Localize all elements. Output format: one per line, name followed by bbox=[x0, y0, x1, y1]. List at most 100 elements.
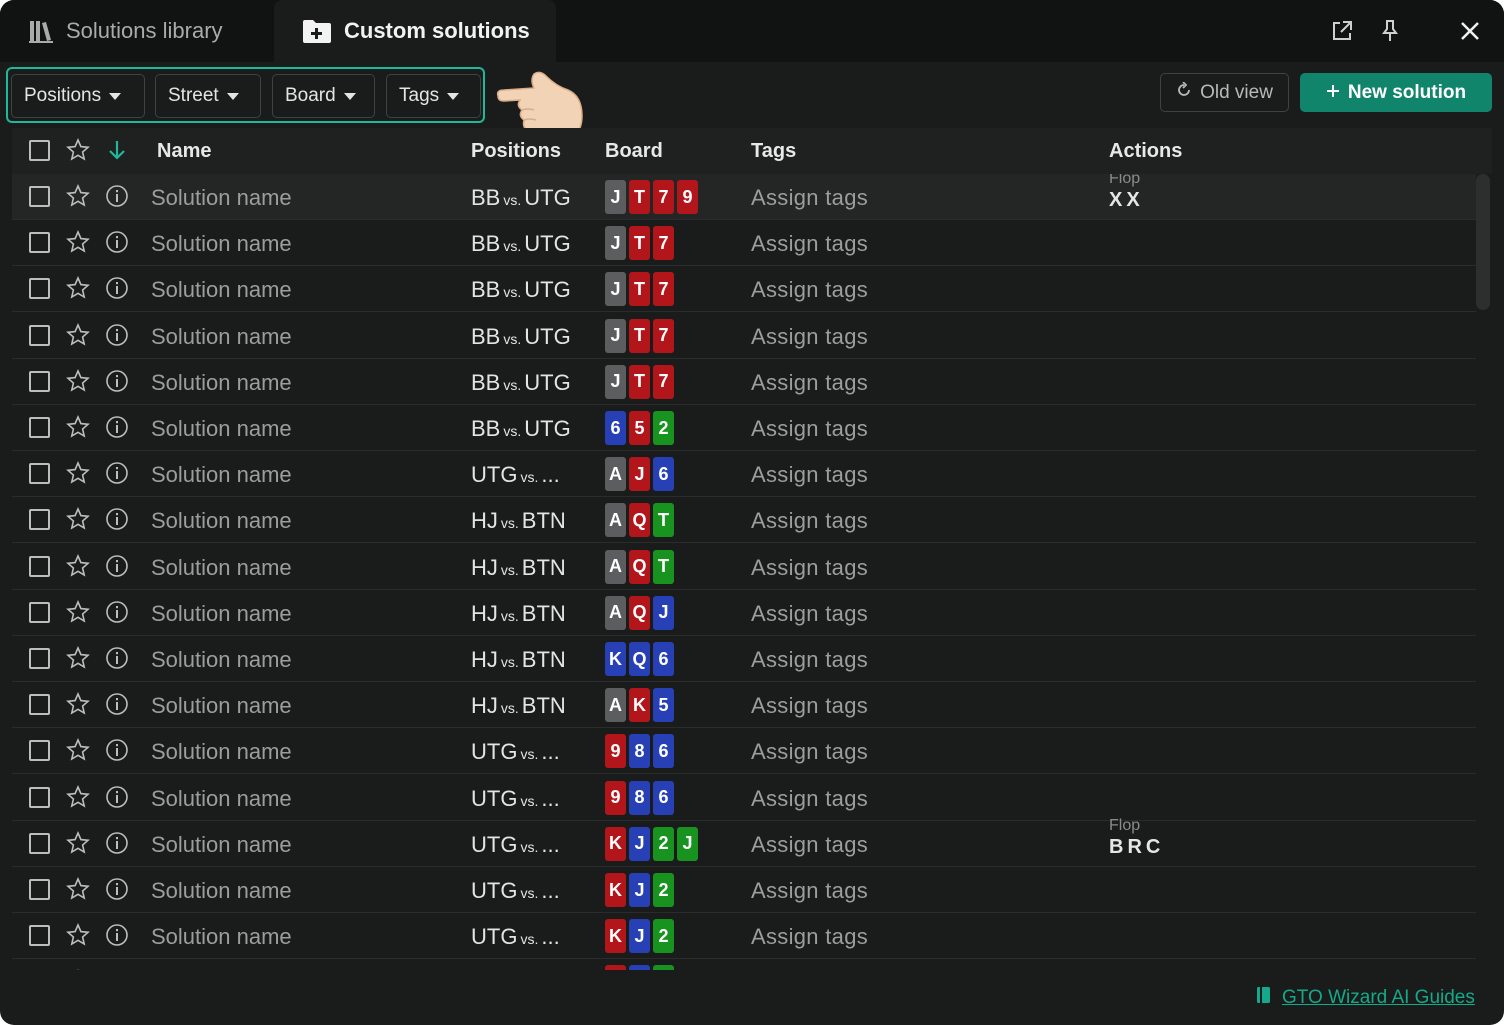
solution-name[interactable]: Solution name bbox=[151, 277, 292, 303]
row-checkbox[interactable] bbox=[29, 740, 50, 762]
street-filter[interactable]: Street bbox=[155, 74, 261, 118]
star-icon[interactable] bbox=[66, 830, 90, 860]
info-icon[interactable] bbox=[105, 507, 129, 536]
column-header-name[interactable]: Name bbox=[157, 140, 211, 163]
table-row[interactable]: Solution name HJ vs. BTN A Q T Assign tags bbox=[12, 544, 1476, 590]
pin-icon[interactable] bbox=[1375, 16, 1405, 46]
row-checkbox[interactable] bbox=[29, 925, 50, 947]
table-row[interactable]: Solution name UTG vs.... K J 2 J Assign tags Flo… bbox=[12, 817, 1476, 867]
row-checkbox[interactable] bbox=[29, 324, 50, 346]
row-checkbox[interactable] bbox=[29, 370, 50, 392]
tab-solutions-library[interactable]: Solutions library bbox=[0, 0, 272, 62]
info-icon[interactable] bbox=[105, 923, 129, 952]
table-row[interactable]: Solution name BB vs. UTG 6 5 2 Assign tags bbox=[12, 405, 1476, 451]
info-icon[interactable] bbox=[105, 415, 129, 444]
assign-tags-link[interactable]: Assign tags bbox=[751, 878, 868, 904]
assign-tags-link[interactable]: Assign tags bbox=[751, 508, 868, 534]
info-icon[interactable] bbox=[105, 600, 129, 629]
star-icon[interactable] bbox=[66, 276, 90, 305]
star-icon[interactable] bbox=[66, 507, 90, 536]
row-checkbox[interactable] bbox=[29, 648, 50, 669]
star-icon[interactable] bbox=[66, 368, 90, 398]
open-external-icon[interactable] bbox=[1327, 16, 1357, 46]
star-icon[interactable] bbox=[66, 553, 90, 583]
table-row[interactable]: Solution name HJ vs. BTN A Q T Assign tags bbox=[12, 497, 1476, 544]
table-row[interactable]: Solution name HJ vs. BTN A K 5 Assign tags bbox=[12, 682, 1476, 729]
solution-name[interactable]: Solution name bbox=[151, 508, 292, 534]
new-solution-button[interactable]: New solution bbox=[1300, 73, 1492, 112]
star-icon[interactable] bbox=[66, 599, 90, 629]
solution-name[interactable]: Solution name bbox=[151, 739, 292, 765]
star-icon[interactable] bbox=[66, 969, 90, 970]
table-row[interactable]: Solution name UTG vs.... 9 8 6 Assign tags bbox=[12, 728, 1476, 775]
solution-name[interactable]: Solution name bbox=[151, 416, 292, 442]
row-checkbox[interactable] bbox=[29, 509, 50, 531]
solution-name[interactable]: Solution name bbox=[151, 370, 292, 396]
info-icon[interactable] bbox=[105, 692, 129, 721]
solution-name[interactable]: Solution name bbox=[151, 555, 292, 581]
board-filter[interactable]: Board bbox=[272, 74, 375, 118]
star-icon[interactable] bbox=[66, 138, 90, 167]
column-header-tags[interactable]: Tags bbox=[751, 140, 796, 163]
star-icon[interactable] bbox=[66, 184, 90, 213]
solution-name[interactable]: Solution name bbox=[151, 324, 292, 350]
assign-tags-link[interactable]: Assign tags bbox=[751, 555, 868, 581]
star-icon[interactable] bbox=[66, 415, 90, 444]
row-checkbox[interactable] bbox=[29, 463, 50, 485]
column-header-actions[interactable]: Actions bbox=[1109, 140, 1182, 163]
column-header-positions[interactable]: Positions bbox=[471, 140, 561, 163]
info-icon[interactable] bbox=[105, 785, 129, 814]
tab-custom-solutions[interactable]: Custom solutions bbox=[274, 0, 556, 62]
column-header-board[interactable]: Board bbox=[605, 140, 663, 163]
info-icon[interactable] bbox=[105, 554, 129, 583]
assign-tags-link[interactable]: Assign tags bbox=[751, 924, 868, 950]
sort-down-arrow-icon[interactable] bbox=[107, 138, 127, 167]
row-checkbox[interactable] bbox=[29, 601, 50, 623]
row-checkbox[interactable] bbox=[29, 186, 50, 207]
info-icon[interactable] bbox=[105, 969, 129, 970]
table-row[interactable]: Solution name UTG vs.... K J 2 Assign tags bbox=[12, 913, 1476, 960]
info-icon[interactable] bbox=[105, 831, 129, 860]
assign-tags-link[interactable]: Assign tags bbox=[751, 739, 868, 765]
row-checkbox[interactable] bbox=[29, 832, 50, 854]
solution-name[interactable]: Solution name bbox=[151, 185, 292, 211]
info-icon[interactable] bbox=[105, 646, 129, 675]
assign-tags-link[interactable]: Assign tags bbox=[751, 601, 868, 627]
assign-tags-link[interactable]: Assign tags bbox=[751, 693, 868, 719]
info-icon[interactable] bbox=[105, 877, 129, 906]
info-icon[interactable] bbox=[105, 369, 129, 398]
table-row[interactable]: Solution name BB vs. UTG J T 7 9 Assign tags Flop… bbox=[12, 174, 1476, 220]
solution-name[interactable]: Solution name bbox=[151, 832, 292, 858]
solution-name[interactable]: Solution name bbox=[151, 231, 292, 257]
star-icon[interactable] bbox=[66, 230, 90, 259]
star-icon[interactable] bbox=[66, 646, 90, 675]
solution-name[interactable]: Solution name bbox=[151, 786, 292, 812]
solution-name[interactable]: Solution name bbox=[151, 462, 292, 488]
star-icon[interactable] bbox=[66, 877, 90, 906]
info-icon[interactable] bbox=[105, 230, 129, 259]
row-checkbox[interactable] bbox=[29, 232, 50, 254]
table-row[interactable]: Solution name UTG vs.... 9 8 6 Assign tags bbox=[12, 775, 1476, 821]
star-icon[interactable] bbox=[66, 784, 90, 814]
row-checkbox[interactable] bbox=[29, 417, 50, 438]
star-icon[interactable] bbox=[66, 461, 90, 490]
table-row[interactable]: Solution name BB vs. UTG J T 7 Assign tags bbox=[12, 359, 1476, 405]
info-icon[interactable] bbox=[105, 276, 129, 305]
close-icon[interactable] bbox=[1455, 16, 1485, 46]
select-all-checkbox[interactable] bbox=[29, 140, 50, 161]
assign-tags-link[interactable]: Assign tags bbox=[751, 231, 868, 257]
table-row[interactable]: Solution name HJ vs. BTN K Q 6 Assign tags bbox=[12, 636, 1476, 682]
table-row[interactable]: Solution name HJ vs. BTN A Q J Assign tags bbox=[12, 590, 1476, 636]
old-view-button[interactable]: Old view bbox=[1160, 73, 1289, 112]
row-checkbox[interactable] bbox=[29, 555, 50, 577]
assign-tags-link[interactable]: Assign tags bbox=[751, 324, 868, 350]
assign-tags-link[interactable]: Assign tags bbox=[751, 416, 868, 442]
solution-name[interactable]: Solution name bbox=[151, 647, 292, 673]
assign-tags-link[interactable]: Assign tags bbox=[751, 462, 868, 488]
info-icon[interactable] bbox=[105, 323, 129, 352]
assign-tags-link[interactable]: Assign tags bbox=[751, 647, 868, 673]
tags-filter[interactable]: Tags bbox=[386, 74, 481, 118]
table-row[interactable]: Solution name UTG vs.... K J 2 Assign tags bbox=[12, 867, 1476, 913]
star-icon[interactable] bbox=[66, 692, 90, 721]
row-checkbox[interactable] bbox=[29, 694, 50, 716]
